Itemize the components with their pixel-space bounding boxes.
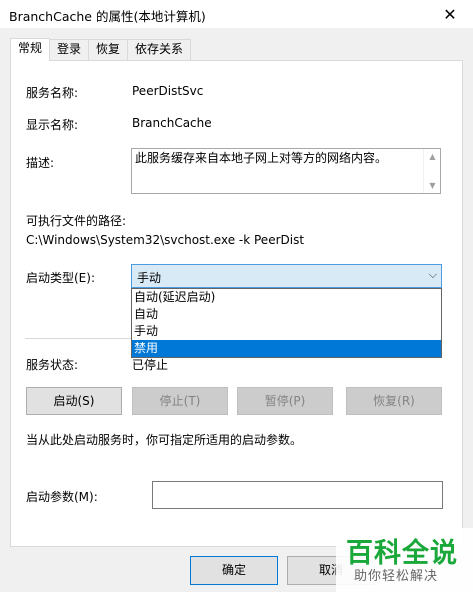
option-auto-delayed[interactable]: 自动(延迟启动) bbox=[132, 289, 441, 306]
option-disabled[interactable]: 禁用 bbox=[132, 340, 441, 357]
status-value: 已停止 bbox=[132, 358, 169, 372]
ok-button[interactable]: 确定 bbox=[190, 556, 278, 585]
service-name-label: 服务名称: bbox=[26, 86, 79, 100]
tab-dependencies[interactable]: 依存关系 bbox=[127, 39, 192, 60]
pause-button[interactable]: 暂停(P) bbox=[237, 387, 333, 415]
start-button[interactable]: 启动(S) bbox=[26, 387, 122, 415]
display-name-value: BranchCache bbox=[132, 116, 212, 130]
description-scrollbar[interactable]: ▲ ▼ bbox=[423, 149, 440, 193]
startup-type-dropdown: 自动(延迟启动) 自动 手动 禁用 bbox=[131, 288, 442, 358]
title-bar: BranchCache 的属性(本地计算机) ✕ bbox=[0, 0, 473, 28]
tab-strip: 常规 登录 恢复 依存关系 bbox=[10, 38, 192, 61]
option-auto[interactable]: 自动 bbox=[132, 306, 441, 323]
startup-type-value: 手动 bbox=[137, 271, 162, 285]
close-icon[interactable]: ✕ bbox=[427, 0, 473, 28]
startup-type-select[interactable]: 手动 ⌵ bbox=[131, 264, 442, 288]
service-name-value: PeerDistSvc bbox=[132, 84, 204, 98]
path-label: 可执行文件的路径: bbox=[26, 214, 127, 228]
param-label: 启动参数(M): bbox=[26, 490, 98, 504]
resume-button[interactable]: 恢复(R) bbox=[346, 387, 442, 415]
display-name-label: 显示名称: bbox=[26, 118, 79, 132]
watermark: 百科全说 助你轻松解决 bbox=[336, 528, 473, 592]
tab-recovery[interactable]: 恢复 bbox=[88, 39, 129, 60]
chevron-down-icon[interactable]: ⌵ bbox=[429, 268, 437, 282]
description-label: 描述: bbox=[26, 156, 55, 170]
description-text: 此服务缓存来自本地子网上对等方的网络内容。 bbox=[135, 151, 388, 165]
window-title: BranchCache 的属性(本地计算机) bbox=[9, 9, 206, 24]
scroll-up-icon[interactable]: ▲ bbox=[424, 149, 441, 164]
tab-logon[interactable]: 登录 bbox=[49, 39, 90, 60]
option-manual[interactable]: 手动 bbox=[132, 323, 441, 340]
startup-type-label: 启动类型(E): bbox=[26, 271, 95, 285]
description-box[interactable]: 此服务缓存来自本地子网上对等方的网络内容。 ▲ ▼ bbox=[131, 148, 441, 194]
status-label: 服务状态: bbox=[26, 358, 79, 372]
stop-button[interactable]: 停止(T) bbox=[132, 387, 228, 415]
tab-general[interactable]: 常规 bbox=[10, 38, 51, 61]
path-value: C:\Windows\System32\svchost.exe -k PeerD… bbox=[26, 233, 305, 247]
start-params-input[interactable] bbox=[152, 481, 443, 509]
scroll-down-icon[interactable]: ▼ bbox=[424, 178, 441, 193]
watermark-slogan: 助你轻松解决 bbox=[354, 569, 439, 584]
start-hint: 当从此处启动服务时，你可指定所适用的启动参数。 bbox=[26, 433, 303, 447]
